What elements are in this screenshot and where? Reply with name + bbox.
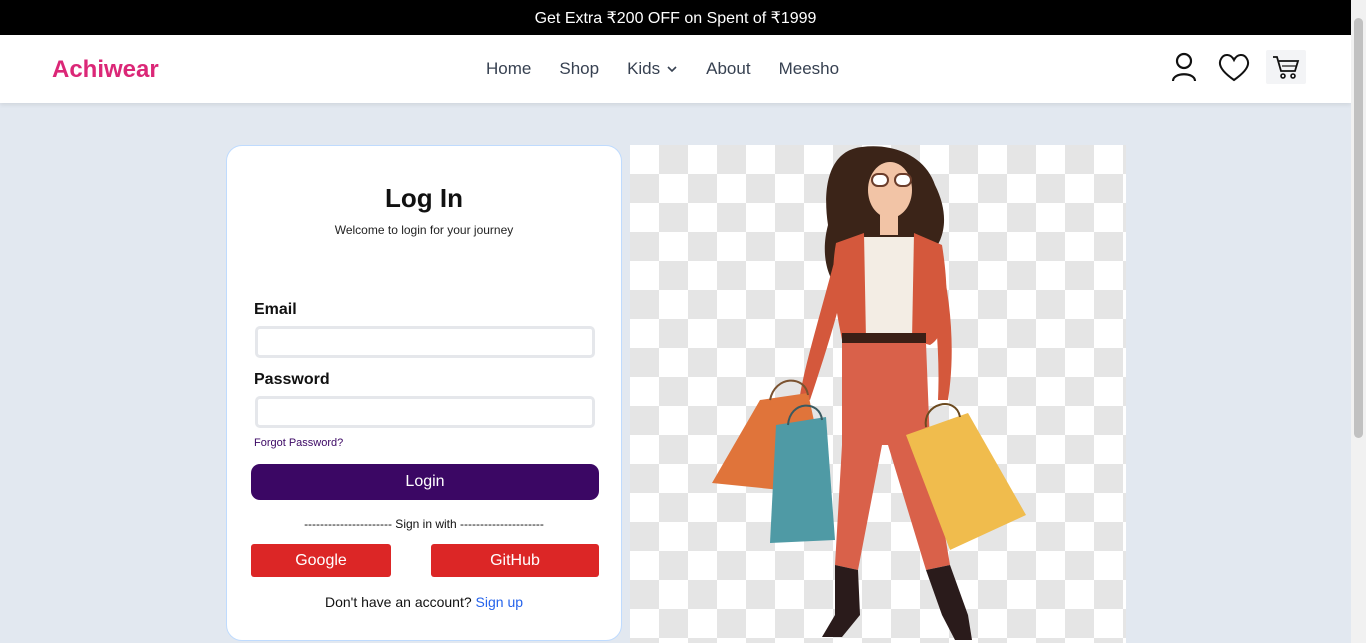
no-account-text: Don't have an account? [324,594,472,610]
github-button[interactable]: GitHub [431,544,599,577]
forgot-password-link[interactable]: Forgot Password? [254,437,343,449]
announcement-text: Get Extra ₹200 OFF on Spent of ₹1999 [534,9,817,27]
navbar: Achiwear Home Shop Kids About Meesho [0,35,1351,103]
shopping-woman-illustration [712,146,1026,640]
scrollbar[interactable] [1351,0,1366,643]
brand-logo[interactable]: Achiwear [52,56,159,84]
nav-icons [1166,49,1306,85]
cart-icon[interactable] [1266,50,1306,84]
chevron-down-icon [667,66,677,73]
password-label: Password [254,371,330,388]
nav-kids-label: Kids [627,59,661,78]
login-button[interactable]: Login [251,464,599,500]
nav-kids[interactable]: Kids [627,59,678,79]
nav-meesho[interactable]: Meesho [779,59,839,79]
sign-in-with-divider: ---------------------- Sign in with ----… [304,517,544,531]
password-field[interactable] [255,396,595,428]
nav-links: Home Shop Kids About Meesho [486,59,839,79]
login-title: Log In [385,183,463,213]
hero-image [630,145,1126,643]
signup-link[interactable]: Sign up [476,594,523,610]
login-subtitle: Welcome to login for your journey [334,223,514,237]
heart-icon[interactable] [1216,49,1252,85]
scrollbar-thumb[interactable] [1354,18,1363,438]
nav-about[interactable]: About [706,59,750,79]
nav-shop[interactable]: Shop [559,59,599,79]
user-icon[interactable] [1166,49,1202,85]
email-label: Email [254,301,297,318]
nav-home[interactable]: Home [486,59,531,79]
announcement-bar: Get Extra ₹200 OFF on Spent of ₹1999 [0,0,1351,35]
google-button[interactable]: Google [251,544,391,577]
login-card: Log In Welcome to login for your journey… [226,145,622,641]
signup-row: Don't have an account? Sign up [227,594,621,610]
email-field[interactable] [255,326,595,358]
